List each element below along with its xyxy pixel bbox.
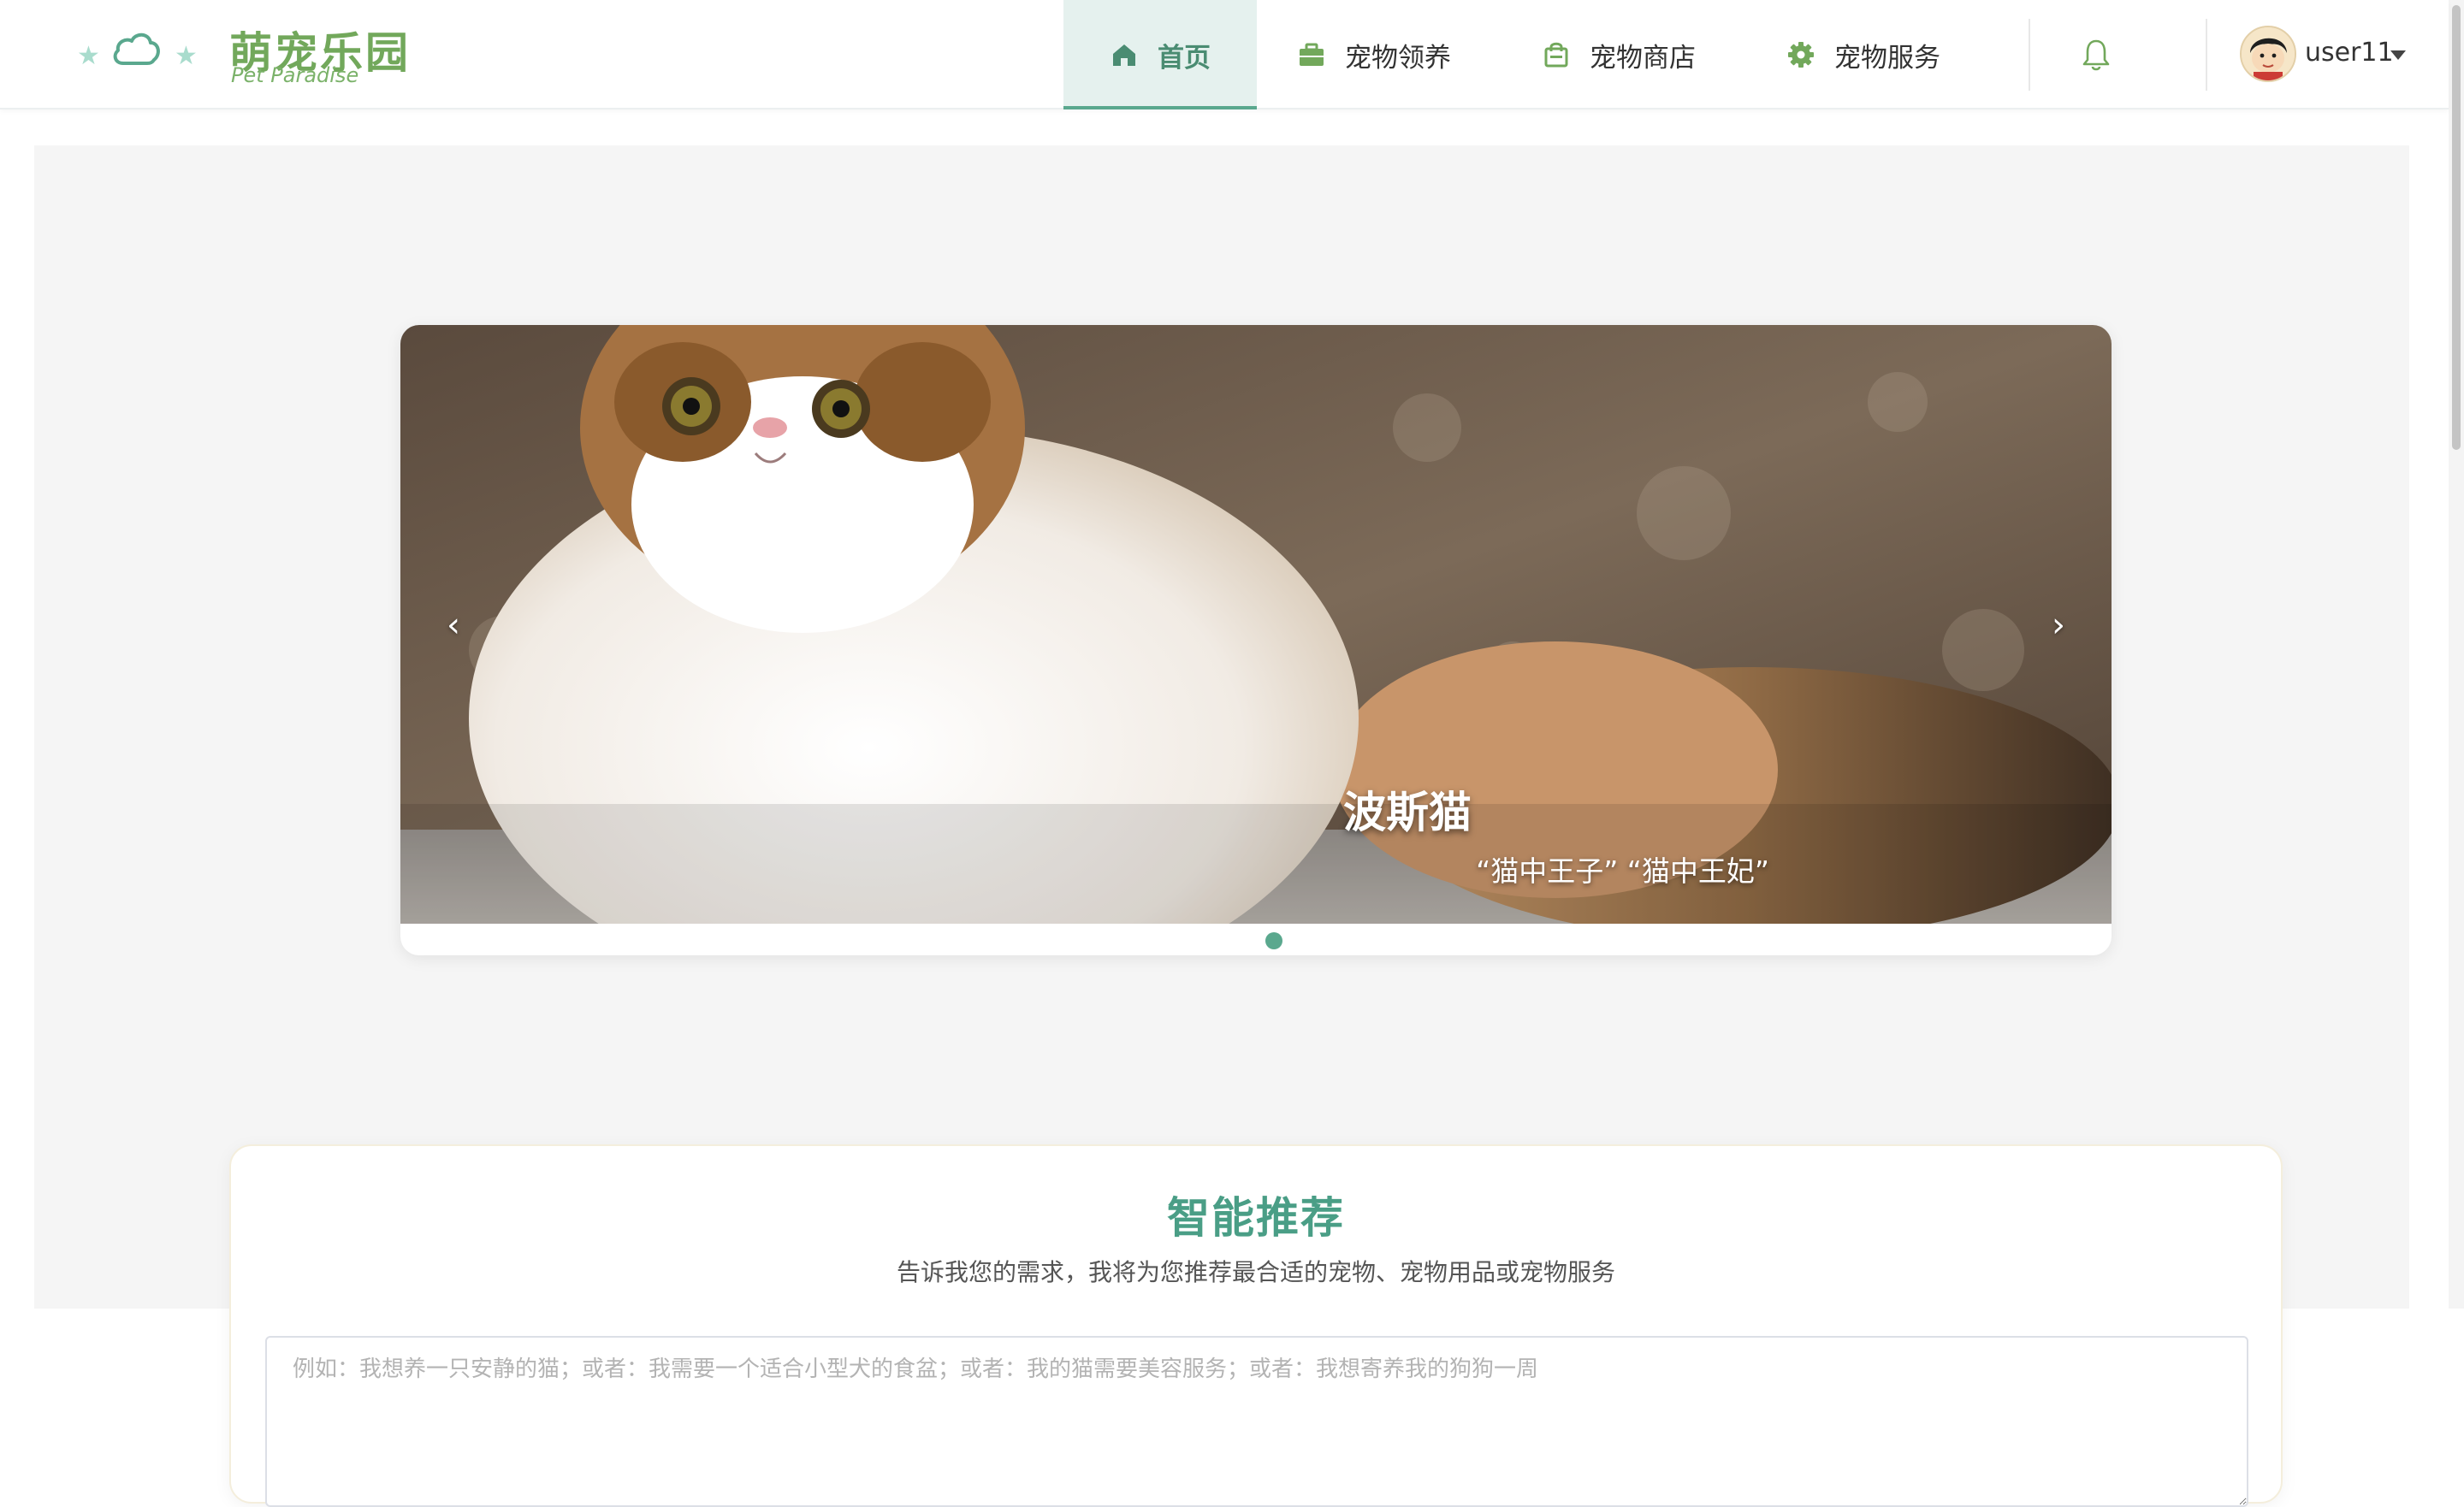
nav-item-label: 宠物商店 <box>1590 42 1696 74</box>
nav-item-services[interactable]: 宠物服务 <box>1775 0 1952 109</box>
cloud-icon <box>113 33 160 65</box>
slide-title: 波斯猫 <box>1343 788 1472 837</box>
divider <box>2029 19 2030 91</box>
nav-item-shop[interactable]: 宠物商店 <box>1531 0 1707 109</box>
divider <box>2206 19 2207 91</box>
top-navbar: ★ ★ 萌宠乐园 Pet Paradise 首页 宠物领养 宠物商店 宠物服务 … <box>0 0 2449 109</box>
star-icon: ★ <box>175 41 198 71</box>
nav-item-home[interactable]: 首页 <box>1063 0 1257 109</box>
main-content: 波斯猫 “猫中王子” “猫中王妃” ‹ › 智能推荐 告诉我您的需求，我将为您推… <box>34 145 2409 1507</box>
nav-item-label: 首页 <box>1158 42 1211 74</box>
smart-recommend-card: 智能推荐 告诉我您的需求，我将为您推荐最合适的宠物、宠物用品或宠物服务 <box>229 1144 2283 1507</box>
gear-icon <box>1788 42 1814 68</box>
section-title: 智能推荐 <box>1167 1193 1345 1243</box>
avatar[interactable] <box>2240 26 2296 82</box>
section-subtitle: 告诉我您的需求，我将为您推荐最合适的宠物、宠物用品或宠物服务 <box>896 1258 1615 1286</box>
brand-subtitle: Pet Paradise <box>231 63 359 87</box>
home-icon <box>1113 44 1135 66</box>
nav-item-adoption[interactable]: 宠物领养 <box>1286 0 1462 109</box>
scrollbar-thumb[interactable] <box>2452 5 2461 450</box>
carousel-prev-button[interactable]: ‹ <box>436 604 471 647</box>
carousel-next-button[interactable]: › <box>2041 604 2076 647</box>
image-carousel: 波斯猫 “猫中王子” “猫中王妃” ‹ › <box>400 325 2112 955</box>
username[interactable]: user11 <box>2305 38 2394 68</box>
recommend-textarea[interactable] <box>265 1336 2248 1507</box>
nav-item-label: 宠物领养 <box>1345 42 1451 74</box>
briefcase-icon <box>1300 43 1324 66</box>
nav-item-label: 宠物服务 <box>1834 42 1940 74</box>
caret-down-icon[interactable] <box>2390 50 2406 60</box>
carousel-indicator-dot[interactable] <box>1265 932 1282 949</box>
bell-icon[interactable] <box>2081 38 2112 72</box>
shopping-bag-icon <box>1544 42 1568 68</box>
slide-subtitle: “猫中王子” “猫中王妃” <box>1476 854 1769 888</box>
star-icon: ★ <box>77 41 100 71</box>
